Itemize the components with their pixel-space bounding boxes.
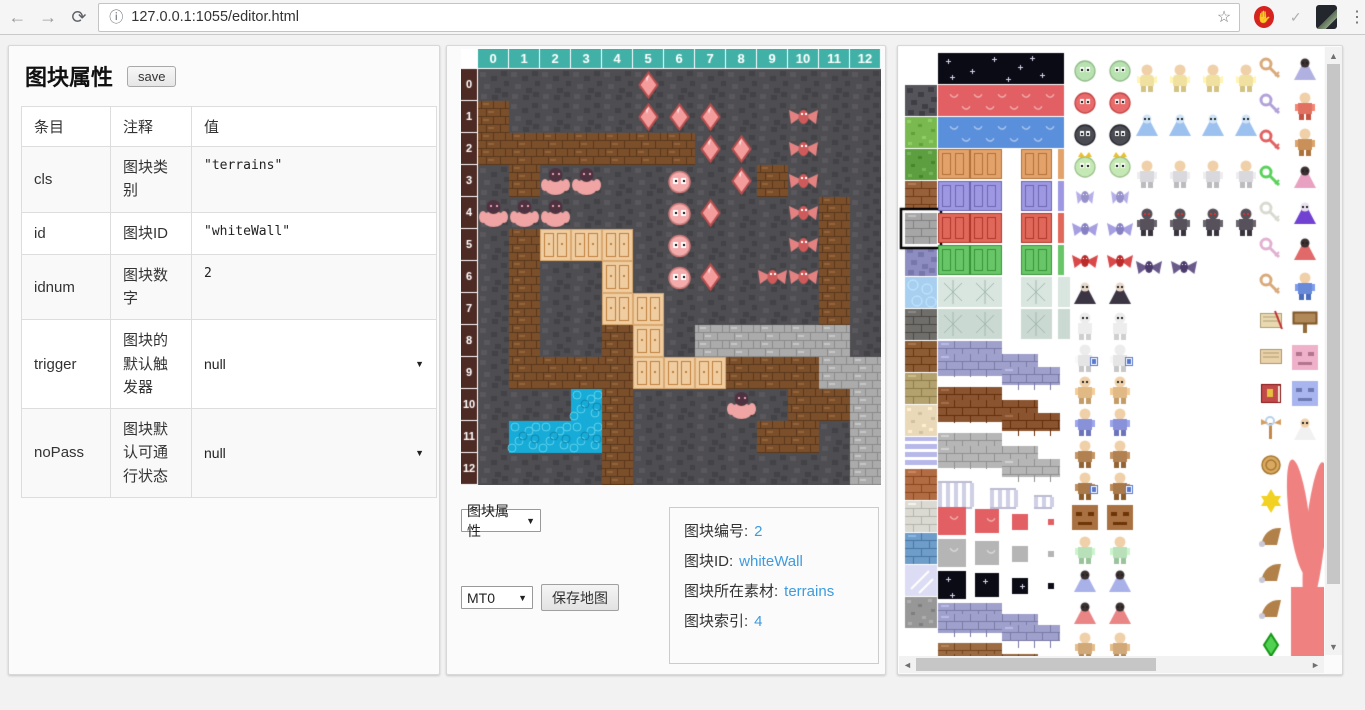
- forward-button[interactable]: →: [35, 2, 62, 32]
- tile-properties-panel: 图块属性 save 条目 注释 值 cls图块类别 "terrains" id图块I…: [8, 45, 440, 675]
- map-editor-panel: 图块属性▼ MT0▼ 保存地图 图块编号:2 图块ID:whiteWall 图块所在…: [446, 45, 886, 675]
- prop-value: "terrains": [204, 156, 424, 173]
- chevron-down-icon: ▼: [518, 593, 527, 603]
- url-text[interactable]: 127.0.0.1:1055/editor.html: [131, 9, 1217, 25]
- floor-select[interactable]: MT0▼: [461, 586, 533, 609]
- check-extension-icon[interactable]: ✓: [1290, 9, 1302, 26]
- prop-comment: 图块的默认触发器: [111, 320, 192, 409]
- scroll-right-icon[interactable]: ►: [1307, 656, 1324, 673]
- property-row: noPass图块默认可通行状态 null▼: [22, 409, 437, 498]
- page-info-icon[interactable]: ⓘ: [109, 7, 123, 27]
- prop-value-select[interactable]: null▼: [204, 445, 424, 461]
- prop-comment: 图块数字: [111, 254, 192, 320]
- save-button[interactable]: save: [127, 66, 176, 87]
- prop-value-select[interactable]: null▼: [204, 356, 424, 372]
- col-header-comment: 注释: [111, 107, 192, 147]
- info-value[interactable]: 4: [754, 613, 762, 630]
- scroll-up-icon[interactable]: ▲: [1325, 47, 1342, 64]
- prop-value: "whiteWall": [204, 222, 424, 239]
- info-line: 图块索引:4: [684, 610, 864, 631]
- vertical-scrollbar[interactable]: ▲ ▼: [1325, 47, 1342, 655]
- browser-toolbar: ← → ⟳ ⓘ 127.0.0.1:1055/editor.html ☆ ✋ ✓…: [0, 0, 1365, 35]
- browser-menu-icon[interactable]: ⋮: [1349, 7, 1365, 27]
- panel-title: 图块属性: [25, 60, 113, 92]
- tileset-panel: ▲ ▼ ◄ ►: [897, 45, 1343, 675]
- map-canvas[interactable]: [461, 49, 881, 485]
- info-value[interactable]: whiteWall: [739, 553, 803, 570]
- col-header-key: 条目: [22, 107, 111, 147]
- scroll-left-icon[interactable]: ◄: [899, 656, 916, 673]
- chevron-down-icon: ▼: [526, 516, 535, 526]
- back-button[interactable]: ←: [4, 2, 31, 32]
- prop-key: cls: [22, 147, 111, 213]
- prop-key: noPass: [22, 409, 111, 498]
- info-line: 图块编号:2: [684, 520, 864, 541]
- properties-table: 条目 注释 值 cls图块类别 "terrains" id图块ID "whiteWal…: [21, 106, 437, 498]
- edit-mode-select[interactable]: 图块属性▼: [461, 509, 541, 532]
- info-value[interactable]: 2: [754, 523, 762, 540]
- scroll-down-icon[interactable]: ▼: [1325, 638, 1342, 655]
- adblock-extension-icon[interactable]: ✋: [1254, 6, 1274, 28]
- address-bar[interactable]: ⓘ 127.0.0.1:1055/editor.html ☆: [98, 3, 1240, 32]
- prop-comment: 图块类别: [111, 147, 192, 213]
- horizontal-scroll-thumb[interactable]: [916, 658, 1156, 671]
- property-row: trigger图块的默认触发器 null▼: [22, 320, 437, 409]
- reload-button[interactable]: ⟳: [66, 2, 93, 32]
- save-map-button[interactable]: 保存地图: [541, 584, 619, 611]
- selected-tile-info-box: 图块编号:2 图块ID:whiteWall 图块所在素材:terrains 图块索引:…: [669, 507, 879, 664]
- property-row: id图块ID "whiteWall": [22, 212, 437, 254]
- info-line: 图块所在素材:terrains: [684, 580, 864, 601]
- property-row: idnum图块数字 2: [22, 254, 437, 320]
- info-value[interactable]: terrains: [784, 583, 834, 600]
- property-row: cls图块类别 "terrains": [22, 147, 437, 213]
- prop-key: trigger: [22, 320, 111, 409]
- info-line: 图块ID:whiteWall: [684, 550, 864, 571]
- horizontal-scrollbar[interactable]: ◄ ►: [899, 656, 1324, 673]
- profile-avatar[interactable]: [1316, 5, 1337, 29]
- tileset-canvas[interactable]: [899, 47, 1324, 656]
- vertical-scroll-thumb[interactable]: [1327, 64, 1340, 584]
- prop-comment: 图块默认可通行状态: [111, 409, 192, 498]
- chevron-down-icon: ▼: [415, 448, 424, 458]
- prop-key: id: [22, 212, 111, 254]
- prop-value: 2: [204, 264, 424, 281]
- bookmark-star-icon[interactable]: ☆: [1217, 7, 1231, 27]
- prop-comment: 图块ID: [111, 212, 192, 254]
- col-header-value: 值: [192, 107, 437, 147]
- chevron-down-icon: ▼: [415, 359, 424, 369]
- prop-key: idnum: [22, 254, 111, 320]
